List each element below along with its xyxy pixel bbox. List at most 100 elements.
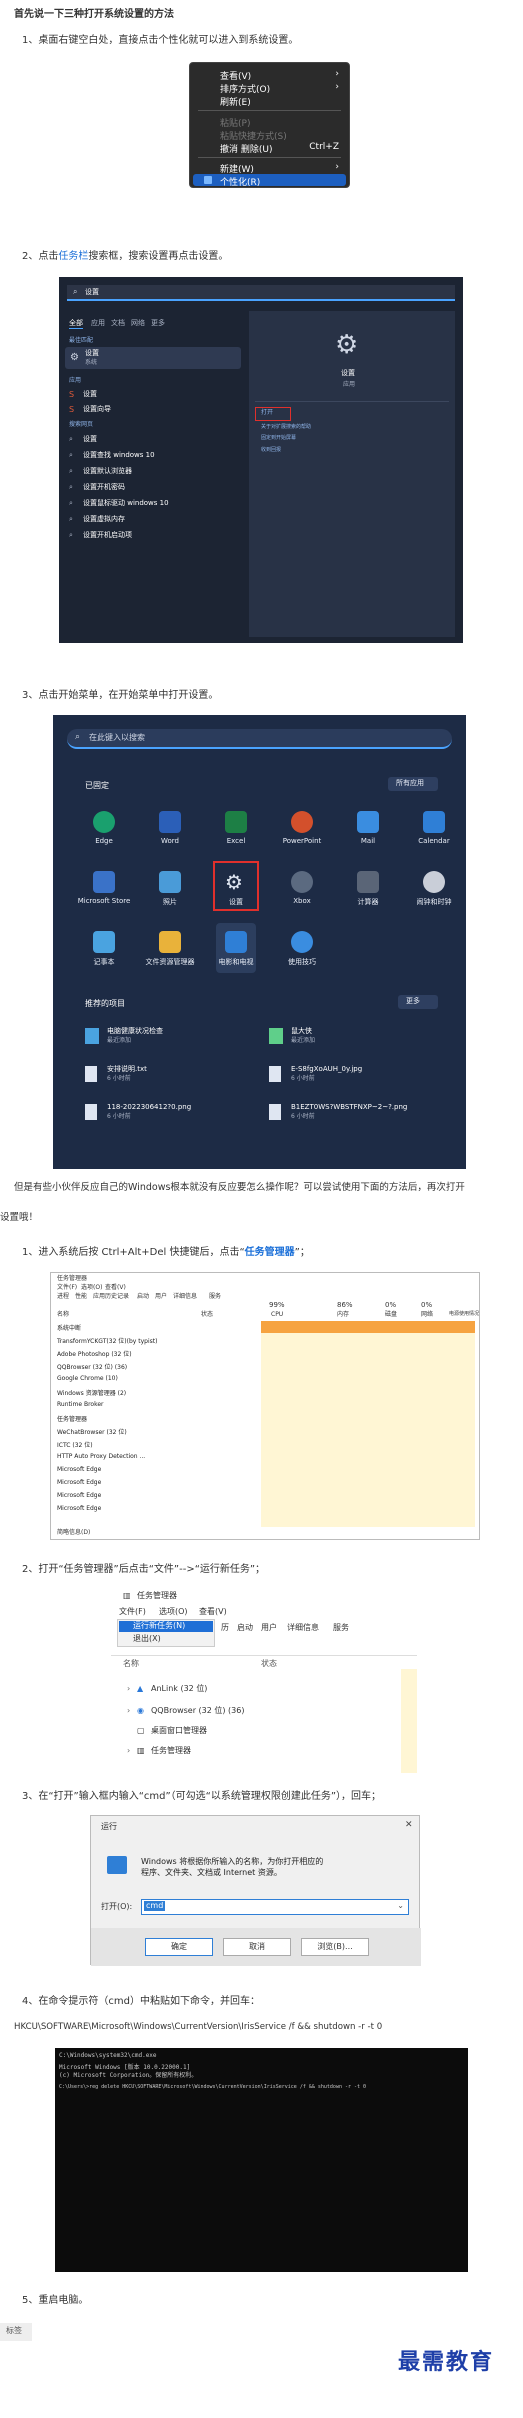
folder-icon[interactable]: [159, 931, 181, 953]
tm-menu-options[interactable]: 选项(O): [81, 1284, 102, 1292]
table-row[interactable]: Microsoft Edge: [57, 1505, 473, 1514]
more-button[interactable]: 更多: [398, 995, 438, 1009]
rec-title[interactable]: 鼠大侠: [291, 1027, 312, 1036]
web-item[interactable]: 设置虚拟内存: [83, 515, 125, 524]
powerpoint-icon[interactable]: [291, 811, 313, 833]
word-icon[interactable]: [159, 811, 181, 833]
notepad-icon[interactable]: [93, 931, 115, 953]
store-icon[interactable]: [93, 871, 115, 893]
table-row[interactable]: 任务管理器: [57, 1414, 473, 1423]
table-row[interactable]: Adobe Photoshop (32 位): [57, 1349, 473, 1358]
process-row[interactable]: QQBrowser (32 位) (36): [151, 1706, 244, 1716]
tips-icon[interactable]: [291, 931, 313, 953]
best-match-item[interactable]: ⚙ 设置 系统: [65, 347, 241, 369]
table-row[interactable]: Microsoft Edge: [57, 1479, 473, 1488]
tm-tab[interactable]: 用户: [261, 1623, 277, 1633]
action-help[interactable]: 关于对扩展搜索的帮助: [261, 424, 311, 431]
tag-badge[interactable]: 标签: [0, 2323, 32, 2341]
web-item[interactable]: 设置: [83, 435, 97, 444]
ok-button[interactable]: 确定: [145, 1938, 213, 1956]
run-input[interactable]: cmd ⌄: [141, 1899, 409, 1915]
menu-view[interactable]: 查看(V): [220, 69, 251, 82]
table-row[interactable]: Windows 资源管理器 (2): [57, 1388, 473, 1397]
edge-icon[interactable]: [93, 811, 115, 833]
all-apps-button[interactable]: 所有应用: [388, 777, 438, 791]
taskbar-link[interactable]: 任务栏: [58, 251, 88, 262]
clock-icon[interactable]: [423, 871, 445, 893]
action-feedback[interactable]: 收到回报: [261, 447, 281, 454]
table-row[interactable]: Google Chrome (10): [57, 1375, 473, 1384]
tm-menu-file[interactable]: 文件(F): [119, 1607, 146, 1617]
search-box[interactable]: ⌕ 设置: [67, 285, 455, 301]
tm-tab[interactable]: 进程: [57, 1293, 69, 1301]
col-name[interactable]: 名称: [57, 1311, 69, 1319]
run-new-task-item[interactable]: 运行新任务(N): [133, 1621, 185, 1631]
web-item[interactable]: 设置查找 windows 10: [83, 451, 155, 460]
tab-web[interactable]: 网络: [131, 319, 145, 328]
col-mem[interactable]: 内存: [337, 1311, 349, 1319]
app-item[interactable]: 设置: [83, 390, 97, 399]
web-item[interactable]: 设置开机启动项: [83, 531, 132, 540]
gear-icon[interactable]: ⚙: [225, 869, 243, 895]
tm-tab[interactable]: 详细信息: [287, 1623, 319, 1633]
start-search-box[interactable]: ⌕ 在此键入以搜索: [67, 729, 452, 749]
table-row[interactable]: HTTP Auto Proxy Detection ...: [57, 1453, 473, 1462]
table-row[interactable]: Runtime Broker: [57, 1401, 473, 1410]
close-icon[interactable]: ✕: [405, 1820, 413, 1832]
chevron-right-icon[interactable]: ›: [127, 1746, 130, 1756]
rec-title[interactable]: 118-2022306412?0.png: [107, 1103, 191, 1112]
xbox-icon[interactable]: [291, 871, 313, 893]
app-item[interactable]: 设置向导: [83, 405, 111, 414]
calendar-icon[interactable]: [423, 811, 445, 833]
tm-menu-file[interactable]: 文件(F): [57, 1284, 77, 1292]
tm-tab[interactable]: 详细信息: [173, 1293, 197, 1301]
process-row[interactable]: 任务管理器: [151, 1746, 191, 1756]
tab-docs[interactable]: 文档: [111, 319, 125, 328]
task-manager-link[interactable]: 任务管理器: [245, 1247, 295, 1258]
exit-item[interactable]: 退出(X): [133, 1634, 161, 1644]
table-row[interactable]: Microsoft Edge: [57, 1492, 473, 1501]
cmd-line[interactable]: C:\Users\>reg delete HKCU\SOFTWARE\Micro…: [59, 2084, 366, 2090]
tm-tab[interactable]: 服务: [209, 1293, 221, 1301]
chevron-right-icon[interactable]: ›: [127, 1684, 130, 1694]
rec-title[interactable]: 电脑健康状况检查: [107, 1027, 163, 1036]
tm-tab[interactable]: 用户: [155, 1293, 167, 1301]
col-name[interactable]: 名称: [123, 1659, 139, 1669]
tm-menu-view[interactable]: 查看(V): [199, 1607, 227, 1617]
menu-paste-shortcut[interactable]: 粘贴快捷方式(S): [220, 129, 287, 142]
rec-title[interactable]: 安排说明.txt: [107, 1065, 147, 1074]
menu-paste[interactable]: 粘贴(P): [220, 116, 250, 129]
tab-more[interactable]: 更多: [151, 319, 165, 328]
photos-icon[interactable]: [159, 871, 181, 893]
action-pin[interactable]: 固定到开始屏幕: [261, 435, 296, 442]
web-item[interactable]: 设置开机密码: [83, 483, 125, 492]
tm-tab[interactable]: 服务: [333, 1623, 349, 1633]
action-open[interactable]: 打开: [261, 409, 273, 417]
menu-refresh[interactable]: 刷新(E): [220, 95, 251, 108]
col-net[interactable]: 网络: [421, 1311, 433, 1319]
table-row[interactable]: 系统中断: [57, 1323, 473, 1332]
table-row[interactable]: QQBrowser (32 位) (36): [57, 1362, 473, 1371]
col-status[interactable]: 状态: [201, 1311, 213, 1319]
menu-undo[interactable]: 撤消 删除(U): [220, 142, 272, 155]
tm-tab[interactable]: 历: [221, 1623, 229, 1633]
tm-tab[interactable]: 性能: [75, 1293, 87, 1301]
table-row[interactable]: Microsoft Edge: [57, 1466, 473, 1475]
col-status[interactable]: 状态: [261, 1659, 277, 1669]
process-row[interactable]: AnLink (32 位): [151, 1684, 207, 1694]
excel-icon[interactable]: [225, 811, 247, 833]
calculator-icon[interactable]: [357, 871, 379, 893]
mail-icon[interactable]: [357, 811, 379, 833]
menu-sort[interactable]: 排序方式(O): [220, 82, 270, 95]
col-disk[interactable]: 磁盘: [385, 1311, 397, 1319]
rec-title[interactable]: B1EZT0WS?WBSTFNXP~2~?.png: [291, 1103, 407, 1112]
tm-tab[interactable]: 应用历史记录: [93, 1293, 129, 1301]
tm-tab[interactable]: 启动: [237, 1623, 253, 1633]
table-row[interactable]: TransformYCKGT(32 位)(by typist): [57, 1336, 473, 1345]
cancel-button[interactable]: 取消: [223, 1938, 291, 1956]
col-cpu[interactable]: CPU: [271, 1311, 283, 1319]
tm-menu-options[interactable]: 选项(O): [159, 1607, 188, 1617]
tab-apps[interactable]: 应用: [91, 319, 105, 328]
process-row[interactable]: 桌面窗口管理器: [151, 1726, 207, 1736]
tm-fewer-details[interactable]: 简略信息(D): [57, 1529, 90, 1537]
